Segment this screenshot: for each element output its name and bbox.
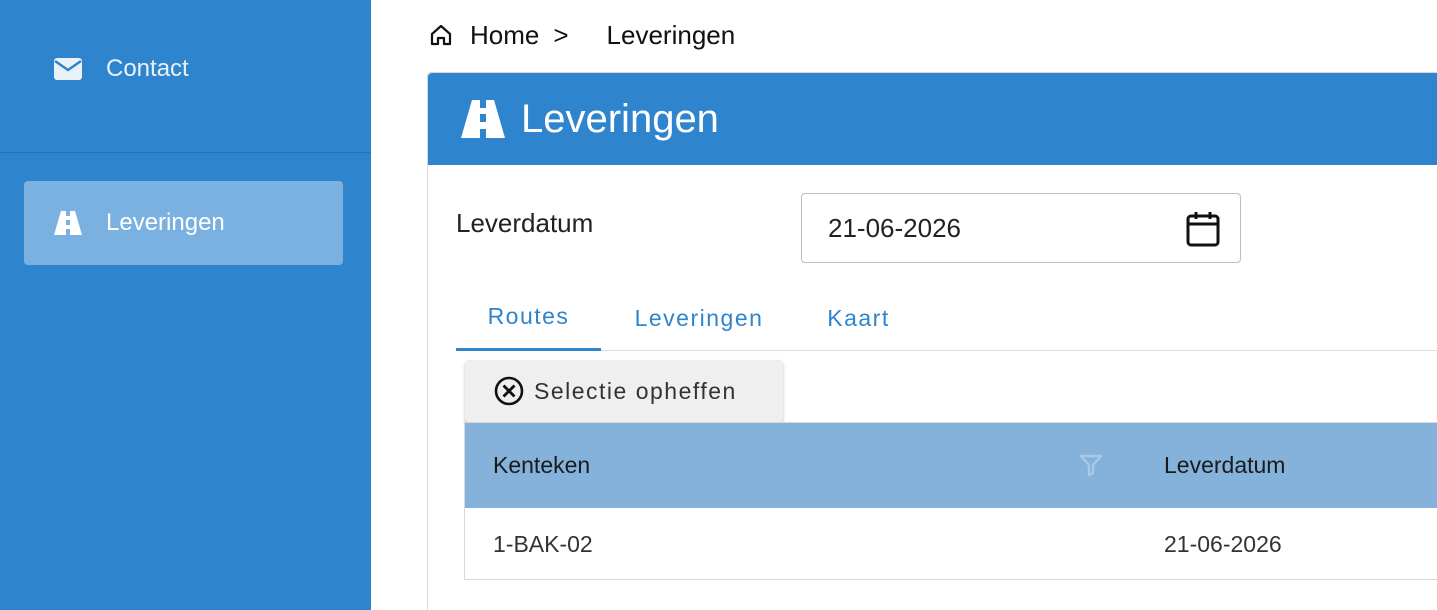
clear-selection-button[interactable]: Selectie opheffen <box>465 360 783 422</box>
column-header-kenteken[interactable]: Kenteken <box>493 423 590 508</box>
sidebar-item-leveringen[interactable]: Leveringen <box>24 181 343 265</box>
filter-icon[interactable] <box>1079 453 1103 477</box>
sidebar-item-label: Leveringen <box>106 209 225 236</box>
close-circle-icon <box>494 376 524 406</box>
tab-kaart[interactable]: Kaart <box>806 285 911 351</box>
tab-routes[interactable]: Routes <box>456 285 601 351</box>
envelope-icon <box>54 58 82 80</box>
date-label: Leverdatum <box>456 208 594 238</box>
routes-table: Kenteken Leverdatum 1-BAK-02 21-06-2026 <box>464 422 1437 580</box>
tab-bar: Routes Leveringen Kaart <box>456 285 1437 351</box>
panel-header: Leveringen <box>428 73 1437 165</box>
date-value: 21-06-2026 <box>828 212 961 243</box>
cell-leverdatum: 21-06-2026 <box>1164 530 1282 557</box>
calendar-icon[interactable] <box>1186 211 1220 247</box>
sidebar-divider <box>0 152 371 153</box>
cell-kenteken: 1-BAK-02 <box>493 530 593 557</box>
page-title: Leveringen <box>521 96 719 141</box>
table-header: Kenteken Leverdatum <box>465 423 1437 508</box>
sidebar-item-contact[interactable]: Contact <box>54 50 189 88</box>
tab-leveringen[interactable]: Leveringen <box>619 285 779 351</box>
column-header-leverdatum[interactable]: Leverdatum <box>1164 423 1285 508</box>
road-icon <box>54 211 82 235</box>
date-input[interactable]: 21-06-2026 <box>801 193 1241 263</box>
sidebar: Contact Leveringen <box>0 0 371 610</box>
sidebar-item-label: Contact <box>106 55 189 82</box>
breadcrumb: Home > Leveringen <box>430 18 735 52</box>
home-icon[interactable] <box>430 24 452 46</box>
breadcrumb-home[interactable]: Home <box>470 20 539 51</box>
breadcrumb-current: Leveringen <box>606 19 736 50</box>
clear-selection-label: Selectie opheffen <box>534 377 737 404</box>
breadcrumb-separator: > <box>553 19 569 50</box>
table-row[interactable]: 1-BAK-02 21-06-2026 <box>465 508 1437 580</box>
road-icon <box>461 100 505 138</box>
